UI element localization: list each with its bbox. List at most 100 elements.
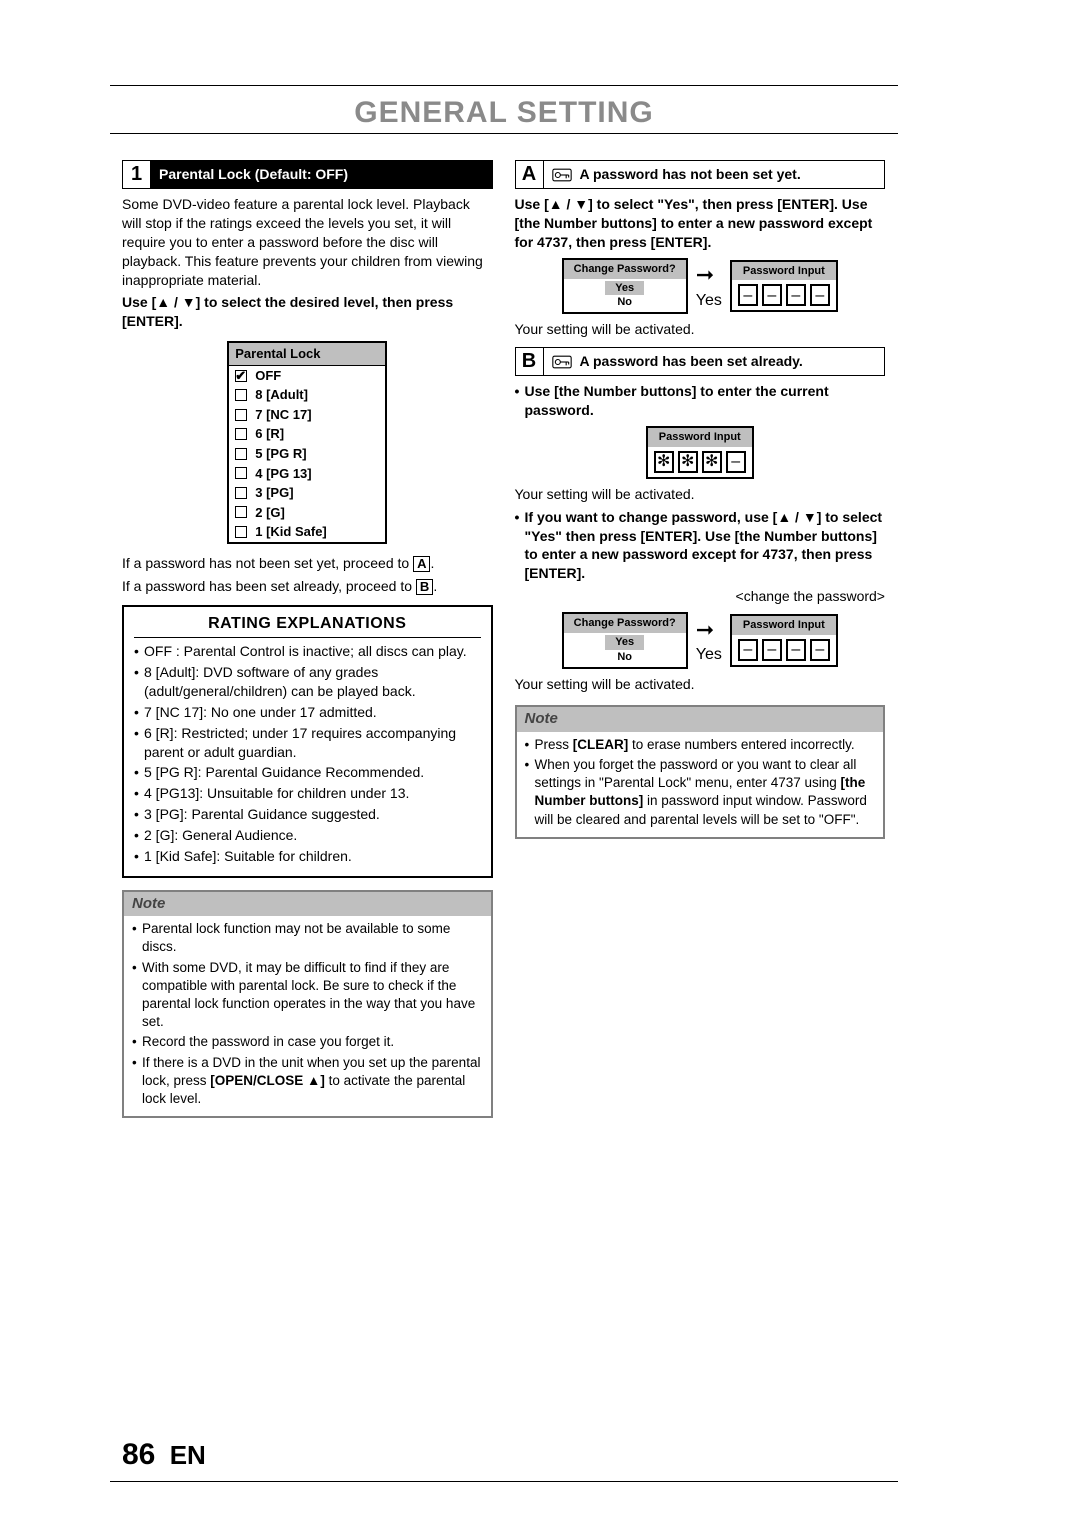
proceed-a-pre: If a password has not been set yet, proc… bbox=[122, 555, 413, 571]
arrow-yes-group: ➞ Yes bbox=[696, 260, 722, 311]
page-number: 86 EN bbox=[122, 1438, 206, 1472]
mid-yes-label: Yes bbox=[696, 644, 722, 666]
note-item: Parental lock function may not be availa… bbox=[132, 920, 483, 956]
section-b-label: A password has been set already. bbox=[544, 348, 885, 375]
menu-row: 7 [NC 17] bbox=[229, 405, 385, 425]
note-item: With some DVD, it may be difficult to fi… bbox=[132, 959, 483, 1032]
menu-row: 8 [Adult] bbox=[229, 385, 385, 405]
note-item: If there is a DVD in the unit when you s… bbox=[132, 1054, 483, 1109]
pw-cell: – bbox=[810, 639, 830, 661]
section-a-letter: A bbox=[516, 161, 544, 188]
rating-explanations-box: RATING EXPLANATIONS OFF : Parental Contr… bbox=[122, 605, 493, 877]
rating-item: 4 [PG13]: Unsuitable for children under … bbox=[134, 784, 481, 803]
password-input-dialog: Password Input – – – – bbox=[730, 614, 838, 667]
ratings-title: RATING EXPLANATIONS bbox=[134, 613, 481, 638]
proceed-a-line: If a password has not been set yet, proc… bbox=[122, 554, 493, 573]
password-input-dialog: Password Input ✻ ✻ ✻ – bbox=[646, 426, 754, 479]
section-b-letter: B bbox=[516, 348, 544, 375]
pw-title: Password Input bbox=[732, 262, 836, 281]
dlg-title: Change Password? bbox=[564, 260, 686, 279]
menu-item: 6 [R] bbox=[255, 425, 284, 443]
menu-row: 6 [R] bbox=[229, 424, 385, 444]
proceed-b-post: . bbox=[433, 578, 437, 594]
pw-cell: – bbox=[762, 284, 782, 306]
note-item: Press [CLEAR] to erase numbers entered i… bbox=[525, 736, 876, 754]
menu-row: 4 [PG 13] bbox=[229, 464, 385, 484]
key-lock-icon bbox=[552, 355, 570, 369]
menu-item: OFF bbox=[255, 367, 281, 385]
menu-item: 1 [Kid Safe] bbox=[255, 523, 327, 541]
dlg-yes-selected: Yes bbox=[605, 635, 644, 650]
change-password-dialog: Change Password? Yes No bbox=[562, 258, 688, 315]
rating-item: 1 [Kid Safe]: Suitable for children. bbox=[134, 847, 481, 866]
checkbox-icon bbox=[235, 428, 247, 440]
dlg-yes-selected: Yes bbox=[605, 281, 644, 296]
dlg-no: No bbox=[572, 295, 678, 310]
ratings-list: OFF : Parental Control is inactive; all … bbox=[134, 642, 481, 866]
section-b-dialog-row: Change Password? Yes No ➞ Yes Password I… bbox=[515, 612, 886, 669]
page: GENERAL SETTING 1 Parental Lock (Default… bbox=[0, 0, 1080, 1527]
rating-item: 6 [R]: Restricted; under 17 requires acc… bbox=[134, 724, 481, 762]
left-column: 1 Parental Lock (Default: OFF) Some DVD-… bbox=[122, 160, 493, 1118]
content-columns: 1 Parental Lock (Default: OFF) Some DVD-… bbox=[122, 160, 885, 1118]
box-b-ref: B bbox=[416, 579, 433, 595]
checkbox-icon bbox=[235, 409, 247, 421]
page-number-value: 86 bbox=[122, 1438, 155, 1471]
page-title: GENERAL SETTING bbox=[110, 96, 898, 134]
pw-cell: – bbox=[738, 284, 758, 306]
menu-row: OFF bbox=[229, 366, 385, 386]
section-b-after2: Your setting will be activated. bbox=[515, 675, 886, 694]
section-a-instruction: Use [▲ / ▼] to select "Yes", then press … bbox=[515, 195, 886, 252]
menu-item: 8 [Adult] bbox=[255, 386, 308, 404]
rating-item: 7 [NC 17]: No one under 17 admitted. bbox=[134, 703, 481, 722]
instr-pre: Use [ bbox=[122, 294, 156, 310]
section-a-dialog-row: Change Password? Yes No ➞ Yes Password I… bbox=[515, 258, 886, 315]
pw-cell: – bbox=[762, 639, 782, 661]
step-1-header: 1 Parental Lock (Default: OFF) bbox=[122, 160, 493, 189]
dlg-title: Change Password? bbox=[564, 614, 686, 633]
checkbox-icon bbox=[235, 506, 247, 518]
section-b-change-instruction: If you want to change password, use [▲ /… bbox=[515, 508, 886, 584]
arrow-right-icon: ➞ bbox=[696, 260, 722, 290]
bottom-rule bbox=[110, 1481, 898, 1482]
change-pw-caption: <change the password> bbox=[515, 587, 886, 606]
menu-item: 4 [PG 13] bbox=[255, 465, 311, 483]
parental-lock-menu: Parental Lock OFF 8 [Adult] 7 [NC 17] 6 … bbox=[227, 341, 387, 543]
change-password-dialog: Change Password? Yes No bbox=[562, 612, 688, 669]
pw-cell: ✻ bbox=[702, 451, 722, 473]
rating-item: OFF : Parental Control is inactive; all … bbox=[134, 642, 481, 661]
mid-yes-label: Yes bbox=[696, 290, 722, 312]
section-b-instruction: Use [the Number buttons] to enter the cu… bbox=[515, 382, 886, 420]
rating-item: 2 [G]: General Audience. bbox=[134, 826, 481, 845]
checkbox-icon bbox=[235, 467, 247, 479]
menu-item: 5 [PG R] bbox=[255, 445, 306, 463]
section-b-header: B A password has been set already. bbox=[515, 347, 886, 376]
section-b-after: Your setting will be activated. bbox=[515, 485, 886, 504]
section-a-label: A password has not been set yet. bbox=[544, 161, 885, 188]
updown-symbol: ▲ / ▼ bbox=[156, 294, 195, 310]
step-1-intro: Some DVD-video feature a parental lock l… bbox=[122, 195, 493, 289]
proceed-b-line: If a password has been set already, proc… bbox=[122, 577, 493, 596]
step-1-instruction: Use [▲ / ▼] to select the desired level,… bbox=[122, 293, 493, 331]
rating-item: 3 [PG]: Parental Guidance suggested. bbox=[134, 805, 481, 824]
menu-item: 2 [G] bbox=[255, 504, 285, 522]
checkbox-icon bbox=[235, 389, 247, 401]
rating-item: 8 [Adult]: DVD software of any grades (a… bbox=[134, 663, 481, 701]
section-a-header: A A password has not been set yet. bbox=[515, 160, 886, 189]
proceed-a-post: . bbox=[430, 555, 434, 571]
pw-cell: ✻ bbox=[678, 451, 698, 473]
right-column: A A password has not been set yet. Use [… bbox=[515, 160, 886, 1118]
pw-cell: – bbox=[726, 451, 746, 473]
rating-item: 5 [PG R]: Parental Guidance Recommended. bbox=[134, 763, 481, 782]
pw-cell: – bbox=[810, 284, 830, 306]
dlg-body: Yes No bbox=[564, 633, 686, 667]
page-number-lang: EN bbox=[170, 1440, 206, 1470]
dlg-no: No bbox=[572, 650, 678, 665]
menu-row: 1 [Kid Safe] bbox=[229, 522, 385, 542]
menu-item: 3 [PG] bbox=[255, 484, 293, 502]
note-left-box: Note Parental lock function may not be a… bbox=[122, 890, 493, 1118]
pw-title: Password Input bbox=[732, 616, 836, 635]
note-item: Record the password in case you forget i… bbox=[132, 1033, 483, 1051]
checkbox-icon bbox=[235, 526, 247, 538]
section-b-pw-row: Password Input ✻ ✻ ✻ – bbox=[515, 426, 886, 479]
